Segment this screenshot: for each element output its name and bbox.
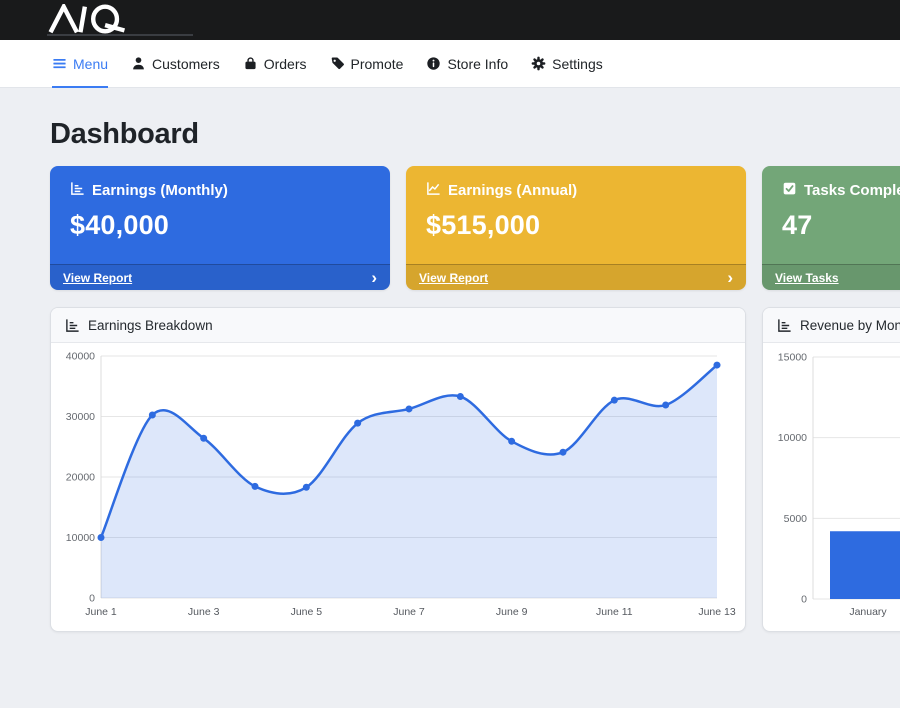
line-chart-icon: [426, 181, 441, 200]
chart-title: Revenue by Month: [800, 318, 900, 333]
nav-item-settings[interactable]: Settings: [531, 40, 603, 87]
nav-item-orders[interactable]: Orders: [243, 40, 307, 87]
svg-text:June 11: June 11: [596, 606, 633, 618]
topbar: [0, 0, 900, 40]
stat-card-value: $40,000: [70, 210, 370, 241]
nav-item-label: Orders: [264, 56, 307, 72]
card-earnings-monthly: Earnings (Monthly) $40,000 View Report ›: [50, 166, 390, 290]
main-nav: Menu Customers Orders Promote Store Info: [0, 40, 900, 88]
view-report-link[interactable]: View Report: [419, 271, 488, 285]
nav-item-promote[interactable]: Promote: [330, 40, 404, 87]
app-window: Menu Customers Orders Promote Store Info: [0, 0, 900, 708]
earnings-breakdown-card: Earnings Breakdown 0 10000 20000 30000 40000…: [50, 307, 746, 632]
svg-text:40000: 40000: [66, 351, 95, 363]
nav-item-store-info[interactable]: Store Info: [426, 40, 508, 87]
card-tasks-completed: Tasks Completed 47 View Tasks ›: [762, 166, 900, 290]
brand-underline: [47, 34, 193, 36]
svg-text:10000: 10000: [66, 532, 95, 544]
svg-text:June 13: June 13: [698, 606, 736, 618]
nav-item-label: Menu: [73, 56, 108, 72]
bar-chart-icon: [65, 318, 80, 333]
bar-chart-icon: [777, 318, 792, 333]
info-icon: [426, 56, 441, 71]
svg-text:June 1: June 1: [85, 606, 117, 618]
svg-text:5000: 5000: [784, 513, 808, 525]
stat-card-title: Earnings (Monthly): [92, 182, 228, 199]
check-square-icon: [782, 181, 797, 200]
stat-card-value: $515,000: [426, 210, 726, 241]
svg-text:15000: 15000: [778, 352, 807, 364]
svg-text:January: January: [849, 606, 887, 618]
revenue-by-month-card: Revenue by Month 0 5000 10000 15000 January: [762, 307, 900, 632]
gear-icon: [531, 56, 546, 71]
nav-item-label: Store Info: [447, 56, 508, 72]
chevron-right-icon[interactable]: ›: [727, 268, 733, 288]
line-chart: 0 10000 20000 30000 40000 June 1 June 3 June 5 J…: [51, 343, 745, 631]
nav-item-label: Promote: [351, 56, 404, 72]
nav-item-label: Customers: [152, 56, 220, 72]
view-tasks-link[interactable]: View Tasks: [775, 271, 839, 285]
chevron-right-icon[interactable]: ›: [371, 268, 377, 288]
bar-chart-icon: [70, 181, 85, 200]
svg-text:30000: 30000: [66, 411, 95, 423]
svg-text:June 7: June 7: [393, 606, 425, 618]
svg-text:20000: 20000: [66, 472, 95, 484]
svg-text:10000: 10000: [778, 432, 807, 444]
view-report-link[interactable]: View Report: [63, 271, 132, 285]
person-icon: [131, 56, 146, 71]
stat-card-title: Earnings (Annual): [448, 182, 577, 199]
nav-item-label: Settings: [552, 56, 603, 72]
bar-chart: 0 5000 10000 15000 January: [763, 343, 900, 631]
page-title: Dashboard: [50, 118, 900, 151]
svg-text:0: 0: [801, 594, 807, 606]
nav-item-customers[interactable]: Customers: [131, 40, 220, 87]
earnings-breakdown-chart: 0 10000 20000 30000 40000 June 1 June 3 June 5 J…: [51, 343, 745, 631]
svg-text:June 5: June 5: [291, 606, 323, 618]
stat-card-title: Tasks Completed: [804, 182, 900, 199]
svg-text:June 3: June 3: [188, 606, 220, 618]
tag-icon: [330, 56, 345, 71]
nav-item-menu[interactable]: Menu: [52, 40, 108, 87]
stat-card-value: 47: [782, 210, 900, 241]
chart-title: Earnings Breakdown: [88, 318, 213, 333]
aq-logo-icon: [47, 4, 135, 34]
bag-icon: [243, 56, 258, 71]
page-content: Dashboard Earnings (Monthly) $40,000 Vie…: [0, 88, 900, 632]
charts-row: Earnings Breakdown 0 10000 20000 30000 40000…: [50, 307, 900, 632]
stat-cards-row: Earnings (Monthly) $40,000 View Report ›…: [50, 166, 900, 290]
card-earnings-annual: Earnings (Annual) $515,000 View Report ›: [406, 166, 746, 290]
hamburger-icon: [52, 56, 67, 71]
revenue-by-month-chart: 0 5000 10000 15000 January: [763, 343, 900, 631]
svg-text:June 9: June 9: [496, 606, 528, 618]
svg-text:0: 0: [89, 593, 95, 605]
